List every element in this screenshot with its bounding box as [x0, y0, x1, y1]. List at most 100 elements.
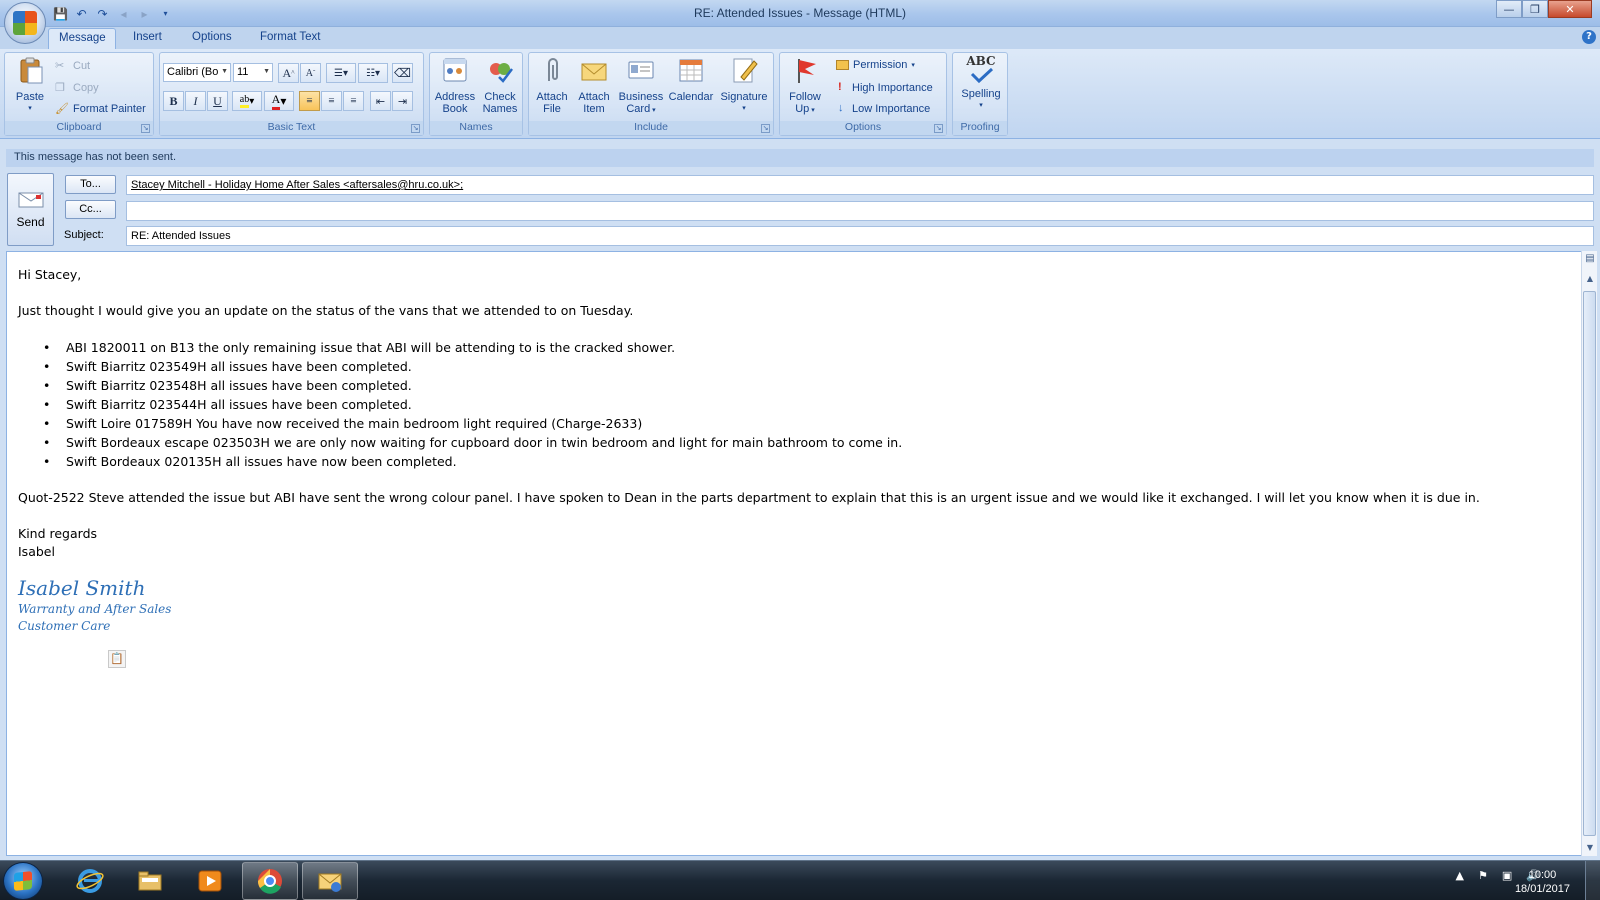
paste-options-icon[interactable]: 📋 [108, 650, 126, 668]
highlight-button[interactable]: ab ▾ [232, 91, 262, 111]
bold-button[interactable]: B [163, 91, 184, 111]
to-field[interactable]: Stacey Mitchell - Holiday Home After Sal… [126, 175, 1594, 195]
network-icon[interactable]: ▣ [1502, 869, 1512, 882]
envelope-icon [581, 63, 607, 81]
italic-button[interactable]: I [185, 91, 206, 111]
cc-field[interactable] [126, 201, 1594, 221]
low-importance-button[interactable]: ↓ Low Importance [838, 102, 930, 116]
attach-item-button[interactable]: Attach Item [573, 55, 615, 115]
quote-paragraph: Quot-2522 Steve attended the issue but A… [18, 490, 1480, 505]
scissors-icon: ✂ [55, 60, 65, 72]
align-left-button[interactable]: ≡ [299, 91, 320, 111]
media-player-icon[interactable] [182, 862, 238, 900]
window-title: RE: Attended Issues - Message (HTML) [693, 6, 907, 20]
underline-button[interactable]: U [207, 91, 228, 111]
spelling-button[interactable]: ABC Spelling ▾ [956, 55, 1006, 112]
close-button[interactable]: ✕ [1548, 0, 1592, 18]
calendar-button[interactable]: Calendar [667, 55, 715, 103]
paste-button[interactable]: Paste ▾ [9, 55, 51, 115]
to-button[interactable]: To... [65, 175, 116, 194]
grow-font-button[interactable]: A ^ [278, 63, 299, 83]
check-names-button[interactable]: Check Names [478, 55, 522, 115]
recipient-address[interactable]: Stacey Mitchell - Holiday Home After Sal… [131, 179, 463, 191]
show-desktop-button[interactable] [1585, 861, 1600, 900]
dropdown-arrow-icon: ▼ [263, 68, 270, 75]
font-size-combo[interactable]: 11 ▼ [233, 63, 273, 82]
increase-indent-button[interactable]: ⇥ [392, 91, 413, 111]
ruler-toggle-icon[interactable]: ▤ [1582, 251, 1598, 267]
decrease-indent-button[interactable]: ⇤ [370, 91, 391, 111]
ribbon-tabs: Message Insert Options Format Text ? [0, 27, 1600, 49]
font-launcher-icon[interactable]: ↘ [411, 124, 420, 133]
scroll-down-arrow-icon[interactable]: ▼ [1582, 840, 1598, 856]
options-group: Follow Up ▾ Permission ▾ ! High Importance… [779, 52, 947, 136]
clear-formatting-icon[interactable]: ⌫ [392, 63, 413, 83]
minimize-button[interactable]: — [1496, 0, 1522, 18]
start-button[interactable] [3, 862, 43, 900]
scrollbar-thumb[interactable] [1583, 291, 1596, 836]
chrome-icon[interactable] [242, 862, 298, 900]
options-launcher-icon[interactable]: ↘ [934, 124, 943, 133]
group-label: Basic Text [160, 121, 423, 135]
numbering-button[interactable]: ☷▾ [358, 63, 388, 83]
ribbon: Paste ▾ ✂ Cut ❐ Copy 🖌 Format Painter Clipb… [0, 49, 1600, 139]
copy-button[interactable]: ❐ Copy [55, 81, 99, 95]
title-bar: 💾 ↶ ↷ ◂ ▸ ▾ RE: Attended Issues - Messag… [0, 0, 1600, 27]
flag-icon [798, 59, 816, 83]
clock-date: 18/01/2017 [1514, 883, 1570, 895]
scroll-up-arrow-icon[interactable]: ▲ [1582, 271, 1598, 287]
tab-format-text[interactable]: Format Text [250, 28, 331, 49]
dropdown-arrow-icon: ▼ [221, 68, 228, 75]
show-hidden-icons-icon[interactable]: ▲ [1456, 869, 1464, 882]
bullets-button[interactable]: ☰▾ [326, 63, 356, 83]
high-importance-button[interactable]: ! High Importance [838, 81, 933, 95]
help-icon[interactable]: ? [1582, 30, 1596, 44]
align-center-button[interactable]: ≡ [321, 91, 342, 111]
office-logo-icon [13, 11, 37, 35]
closing: Kind regards [18, 526, 98, 541]
list-item: Swift Biarritz 023544H all issues have b… [18, 395, 1573, 414]
business-card-button[interactable]: Business Card ▾ [615, 55, 667, 117]
include-group: Attach File Attach Item Business Card ▾ … [528, 52, 774, 136]
outlook-taskbar-icon[interactable] [302, 862, 358, 900]
clock[interactable]: 10:00 18/01/2017 [1515, 868, 1570, 896]
tab-options[interactable]: Options [182, 28, 242, 49]
action-center-flag-icon[interactable]: ⚑ [1478, 869, 1488, 882]
attach-file-button[interactable]: Attach File [531, 55, 573, 115]
vertical-scrollbar[interactable]: ▤ ▲ ▼ [1581, 251, 1597, 856]
send-button[interactable]: Send [7, 173, 54, 246]
list-item: Swift Bordeaux 020135H all issues have n… [18, 452, 1573, 471]
include-launcher-icon[interactable]: ↘ [761, 124, 770, 133]
taskbar: ▲ ⚑ ▣ 🔊 10:00 18/01/2017 [0, 860, 1600, 900]
internet-explorer-icon[interactable] [62, 862, 118, 900]
clipboard-launcher-icon[interactable]: ↘ [141, 124, 150, 133]
cut-button[interactable]: ✂ Cut [55, 59, 90, 73]
font-name-combo[interactable]: Calibri (Bo ▼ [163, 63, 231, 82]
file-explorer-icon[interactable] [122, 862, 178, 900]
list-item: Swift Loire 017589H You have now receive… [18, 414, 1573, 433]
shrink-font-button[interactable]: Aˇ [300, 63, 321, 83]
format-painter-button[interactable]: 🖌 Format Painter [55, 102, 146, 116]
office-button[interactable] [4, 2, 46, 44]
message-body-text[interactable]: Hi Stacey, Just thought I would give you… [18, 266, 1573, 668]
message-body[interactable]: Hi Stacey, Just thought I would give you… [6, 251, 1594, 856]
signature-button[interactable]: Signature ▾ [717, 55, 771, 115]
align-right-button[interactable]: ≡ [343, 91, 364, 111]
group-label: Clipboard [5, 121, 153, 135]
permission-button[interactable]: Permission ▾ [836, 59, 915, 71]
restore-button[interactable]: ❐ [1522, 0, 1548, 18]
cc-button[interactable]: Cc... [65, 200, 116, 219]
tab-insert[interactable]: Insert [123, 28, 172, 49]
spelling-check-icon: ABC [966, 55, 996, 85]
calendar-icon [679, 59, 703, 82]
subject-field[interactable]: RE: Attended Issues [126, 226, 1594, 246]
send-envelope-icon [18, 192, 43, 208]
address-book-button[interactable]: Address Book [433, 55, 477, 115]
font-color-button[interactable]: A ▾ [264, 91, 294, 111]
check-names-icon [490, 63, 513, 83]
paintbrush-icon: 🖌 [55, 103, 69, 115]
follow-up-button[interactable]: Follow Up ▾ [782, 55, 828, 117]
tab-message[interactable]: Message [48, 28, 116, 49]
exclamation-icon: ! [838, 81, 842, 93]
sender-name: Isabel [18, 544, 55, 559]
